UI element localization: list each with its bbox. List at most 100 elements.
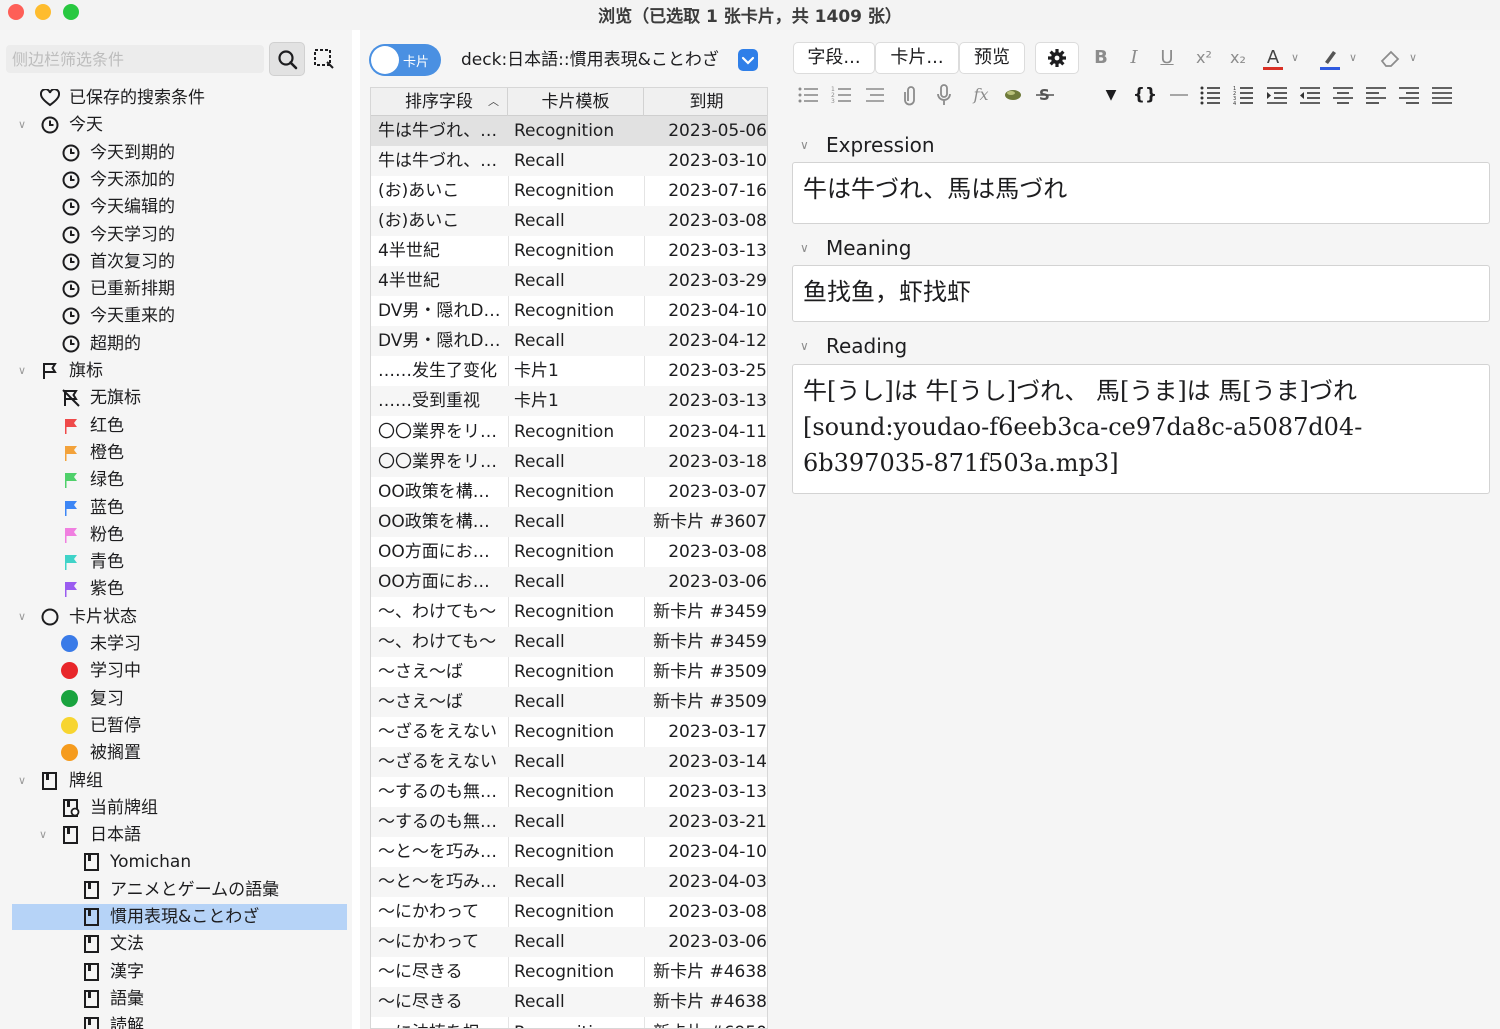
sidebar-item[interactable]: 読解 — [12, 1013, 347, 1029]
table-row[interactable]: ～ざるをえない Recall 2023-03-14 — [371, 747, 767, 778]
ordered-list-icon[interactable]: 1234 — [1229, 80, 1259, 110]
table-row[interactable]: OO政策を構… Recognition 2023-03-07 — [371, 477, 767, 507]
table-row[interactable]: ～にかわって Recognition 2023-03-08 — [371, 897, 767, 927]
sidebar-item[interactable]: 复习 — [12, 686, 347, 712]
chevron-down-icon[interactable]: ∨ — [15, 604, 29, 630]
sidebar-item[interactable]: 今天编辑的 — [12, 194, 347, 220]
align-right-icon[interactable] — [1394, 80, 1424, 110]
chevron-down-icon[interactable]: ∨ — [1286, 43, 1304, 73]
horizontal-rule-icon[interactable] — [1164, 80, 1194, 110]
sidebar-item[interactable]: ∨ 旗标 — [12, 358, 347, 384]
sidebar-item[interactable]: 绿色 — [12, 467, 347, 493]
sidebar-item[interactable]: ∨ 卡片状态 — [12, 604, 347, 630]
clear-format-button[interactable] — [1375, 43, 1405, 73]
align-center-icon[interactable] — [1328, 80, 1358, 110]
sidebar-item[interactable]: 青色 — [12, 549, 347, 575]
fields-button[interactable]: 字段... — [793, 42, 875, 74]
mathjax-button[interactable]: 𝑓x — [966, 80, 996, 110]
chevron-down-icon[interactable]: ∨ — [15, 358, 29, 384]
cards-notes-toggle[interactable]: 卡片 — [369, 44, 441, 76]
outdent-icon[interactable] — [1295, 80, 1325, 110]
editor-settings-button[interactable] — [1035, 42, 1079, 74]
sidebar-item[interactable]: 被搁置 — [12, 740, 347, 766]
table-row[interactable]: 牛は牛づれ、… Recognition 2023-05-06 — [371, 116, 767, 146]
sidebar-item[interactable]: 今天添加的 — [12, 167, 347, 193]
sidebar-item[interactable]: 首次复习的 — [12, 249, 347, 275]
column-header-card-template[interactable]: 卡片模板 — [508, 88, 644, 116]
table-row[interactable]: ～するのも無… Recall 2023-03-21 — [371, 807, 767, 838]
bold-button[interactable]: B — [1086, 43, 1116, 73]
preview-button[interactable]: 预览 — [959, 42, 1025, 74]
table-row[interactable]: ……受到重视 卡片1 2023-03-13 — [371, 386, 767, 417]
table-row[interactable]: ～さえ～ば Recall 新卡片 #3509 — [371, 686, 767, 717]
table-row[interactable]: ～さえ～ば Recognition 新卡片 #3509 — [371, 657, 767, 687]
sidebar-item[interactable]: ∨ 日本語 — [12, 822, 347, 848]
superscript-button[interactable]: x² — [1189, 43, 1219, 73]
paperclip-icon[interactable] — [896, 80, 926, 110]
field-collapse-chevron-icon[interactable]: ∨ — [800, 138, 809, 152]
unordered-list-icon[interactable] — [1196, 80, 1226, 110]
field-collapse-chevron-icon[interactable]: ∨ — [800, 241, 809, 255]
table-row[interactable]: 〇〇業界をリ… Recognition 2023-04-11 — [371, 417, 767, 447]
sidebar-item[interactable]: 粉色 — [12, 522, 347, 548]
chevron-down-icon[interactable]: ∨ — [36, 822, 50, 848]
table-row[interactable]: ～、わけても～ Recall 新卡片 #3459 — [371, 626, 767, 657]
table-row[interactable]: 4半世紀 Recognition 2023-03-13 — [371, 236, 767, 266]
sidebar-item[interactable]: 語彙 — [12, 986, 347, 1012]
sidebar-item[interactable]: アニメとゲームの語彙 — [12, 877, 347, 903]
html-editor-button[interactable]: {} — [1130, 80, 1160, 110]
table-row[interactable]: ～するのも無… Recognition 2023-03-13 — [371, 777, 767, 807]
table-row[interactable]: ～と～を巧み… Recall 2023-04-03 — [371, 867, 767, 898]
underline-button[interactable]: U — [1152, 43, 1182, 73]
sidebar-item[interactable]: 无旗标 — [12, 385, 347, 411]
numbered-list-icon[interactable]: 123 — [827, 80, 857, 110]
align-justify-icon[interactable] — [1427, 80, 1457, 110]
chevron-down-icon[interactable]: ∨ — [15, 112, 29, 138]
italic-button[interactable]: I — [1119, 43, 1149, 73]
table-row[interactable]: 〇〇業界をリ… Recall 2023-03-18 — [371, 446, 767, 477]
table-row[interactable]: DV男・隠れD… Recognition 2023-04-10 — [371, 296, 767, 326]
bulleted-list-icon[interactable] — [794, 80, 824, 110]
align-icon[interactable] — [860, 80, 890, 110]
selection-tool-button[interactable] — [312, 47, 336, 71]
sidebar-item[interactable]: 今天重来的 — [12, 303, 347, 329]
field-editor[interactable]: 鱼找鱼，虾找虾 — [792, 265, 1490, 322]
column-header-due[interactable]: 到期 — [644, 88, 767, 116]
table-row[interactable]: ～と～を巧み… Recognition 2023-04-10 — [371, 837, 767, 867]
sidebar-item[interactable]: 超期的 — [12, 331, 347, 357]
sidebar-item[interactable]: 未学习 — [12, 631, 347, 657]
field-editor[interactable]: 牛は牛づれ、馬は馬づれ — [792, 162, 1490, 224]
sidebar-item[interactable]: 漢字 — [12, 959, 347, 985]
sidebar-item[interactable]: 紫色 — [12, 576, 347, 602]
sidebar-item[interactable]: 当前牌组 — [12, 795, 347, 821]
sidebar-item[interactable]: 已保存的搜索条件 — [12, 85, 347, 111]
highlight-button[interactable] — [1315, 43, 1345, 73]
sidebar-item[interactable]: 蓝色 — [12, 495, 347, 521]
table-row[interactable]: DV男・隠れD… Recall 2023-04-12 — [371, 326, 767, 357]
cloze-icon[interactable] — [998, 80, 1028, 110]
sidebar-item[interactable]: 橙色 — [12, 440, 347, 466]
sidebar-search-button[interactable] — [269, 42, 305, 76]
chevron-down-icon[interactable]: ∨ — [15, 768, 29, 794]
align-left-icon[interactable] — [1361, 80, 1391, 110]
strikethrough-icon[interactable]: S — [1030, 80, 1060, 110]
sidebar-item[interactable]: 慣用表現&ことわざ — [12, 904, 347, 930]
table-row[interactable]: ～に尽きる Recognition 新卡片 #4638 — [371, 957, 767, 987]
table-row[interactable]: OO政策を構… Recall 新卡片 #3607 — [371, 506, 767, 537]
sidebar-item[interactable]: 已重新排期 — [12, 276, 347, 302]
table-row[interactable]: ～、わけても～ Recognition 新卡片 #3459 — [371, 597, 767, 627]
table-row[interactable]: ～にかわって Recall 2023-03-06 — [371, 927, 767, 958]
sidebar-filter-input[interactable] — [6, 45, 264, 73]
sidebar-item[interactable]: Yomichan — [12, 849, 347, 875]
column-header-sort-field[interactable]: 排序字段 ︿ — [371, 88, 508, 116]
field-collapse-chevron-icon[interactable]: ∨ — [800, 339, 809, 353]
search-history-dropdown[interactable] — [738, 49, 758, 71]
sidebar-item[interactable]: 学习中 — [12, 658, 347, 684]
table-row[interactable]: ……发生了变化 卡片1 2023-03-25 — [371, 356, 767, 386]
table-row[interactable]: 4半世紀 Recall 2023-03-29 — [371, 266, 767, 297]
sidebar-item[interactable]: 已暂停 — [12, 713, 347, 739]
field-editor[interactable]: 牛[うし]は 牛[うし]づれ、 馬[うま]は 馬[うま]づれ [sound:yo… — [792, 364, 1490, 494]
more-formatting-dropdown[interactable]: ▼ — [1096, 80, 1126, 110]
table-row[interactable]: ～ざるをえない Recognition 2023-03-17 — [371, 717, 767, 747]
search-input[interactable]: deck:日本語::慣用表現&ことわざ — [455, 44, 761, 76]
